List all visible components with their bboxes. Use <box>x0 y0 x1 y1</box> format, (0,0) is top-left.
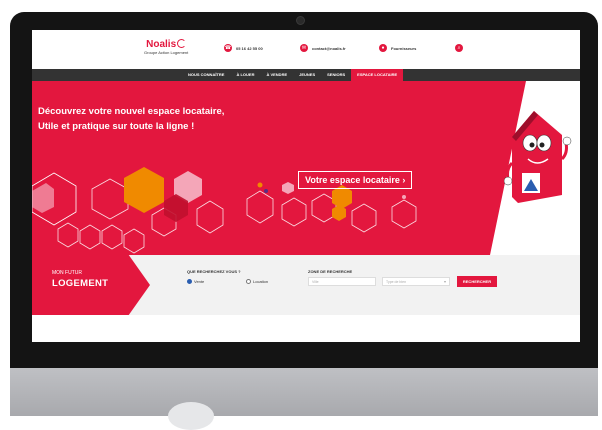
zone-title: ZONE DE RECHERCHE <box>308 269 353 274</box>
email-address: contact@noalis.fr <box>312 45 346 51</box>
nav-item-seniors[interactable]: SENIORS <box>321 69 351 81</box>
page-bottom-area <box>32 315 580 342</box>
monitor-chin <box>10 368 598 416</box>
property-type-placeholder: Type de bien <box>386 280 407 284</box>
search-icon[interactable]: ⌕ <box>455 44 463 52</box>
hero-title: Découvrez votre nouvel espace locataire,… <box>38 104 224 134</box>
logo-subtitle: Groupe Action Logement <box>144 50 189 55</box>
chevron-down-icon: ▾ <box>443 279 446 284</box>
city-input[interactable]: Ville <box>308 277 376 286</box>
radio-vente-label: Vente <box>194 279 205 284</box>
email-contact[interactable]: ✉ contact@noalis.fr <box>300 44 346 52</box>
radio-location[interactable]: Location <box>246 279 268 284</box>
property-search-bar: MON FUTUR LOGEMENT QUE RECHERCHEZ VOUS ?… <box>32 255 580 315</box>
hex-pink-edge <box>32 183 54 213</box>
phone-contact[interactable]: ☎ 05 16 42 55 00 <box>224 44 263 52</box>
mon-futur-label: MON FUTUR <box>52 270 82 276</box>
logo-swirl-icon <box>177 39 187 48</box>
phone-number: 05 16 42 55 00 <box>236 45 263 51</box>
hero-title-line-2: Utile et pratique sur toute la ligne ! <box>38 121 195 132</box>
nav-item-a-louer[interactable]: À LOUER <box>230 69 260 81</box>
radio-location-dot[interactable] <box>246 279 251 284</box>
property-type-select[interactable]: Type de bien ▾ <box>382 277 450 286</box>
radio-vente-dot[interactable] <box>187 279 192 284</box>
house-mascot-illustration <box>504 111 572 203</box>
nav-item-a-vendre[interactable]: À VENDRE <box>260 69 293 81</box>
phone-icon: ☎ <box>224 44 232 52</box>
camera-icon <box>296 16 305 25</box>
hex-orange-large <box>124 167 164 213</box>
website-screen: Noalis Groupe Action Logement ☎ 05 16 42… <box>32 30 580 342</box>
suppliers-link[interactable]: ● Fournisseurs <box>379 44 416 52</box>
mail-icon: ✉ <box>300 44 308 52</box>
radio-location-label: Location <box>253 279 269 284</box>
dot-pink <box>402 195 406 199</box>
main-nav: NOUS CONNAÎTRE À LOUER À VENDRE JEUNES S… <box>32 69 580 81</box>
suppliers-label: Fournisseurs <box>391 45 417 51</box>
mon-futur-logement-block: MON FUTUR LOGEMENT <box>32 255 150 315</box>
radio-vente[interactable]: Vente <box>187 279 204 284</box>
nav-item-jeunes[interactable]: JEUNES <box>293 69 321 81</box>
apple-logo-icon <box>168 402 214 430</box>
dot-purple <box>264 189 268 193</box>
hero-title-line-1: Découvrez votre nouvel espace locataire, <box>38 106 225 117</box>
nav-item-espace-locataire[interactable]: ESPACE LOCATAIRE <box>351 69 404 81</box>
hero-banner: Découvrez votre nouvel espace locataire,… <box>32 81 580 255</box>
logo-name: Noalis <box>146 39 177 50</box>
dot-orange <box>257 182 263 188</box>
nav-item-nous-connaitre[interactable]: NOUS CONNAÎTRE <box>182 69 230 81</box>
site-logo[interactable]: Noalis Groupe Action Logement <box>144 39 188 56</box>
rechercher-button[interactable]: RECHERCHER <box>457 276 497 287</box>
logement-label: LOGEMENT <box>52 278 109 289</box>
site-header: Noalis Groupe Action Logement ☎ 05 16 42… <box>32 30 580 68</box>
user-icon: ● <box>379 44 387 52</box>
espace-locataire-button[interactable]: Votre espace locataire › <box>298 171 413 189</box>
hex-pink-small <box>282 182 294 194</box>
imac-monitor: Noalis Groupe Action Logement ☎ 05 16 42… <box>0 0 602 430</box>
search-question: QUE RECHERCHEZ VOUS ? <box>187 269 241 274</box>
